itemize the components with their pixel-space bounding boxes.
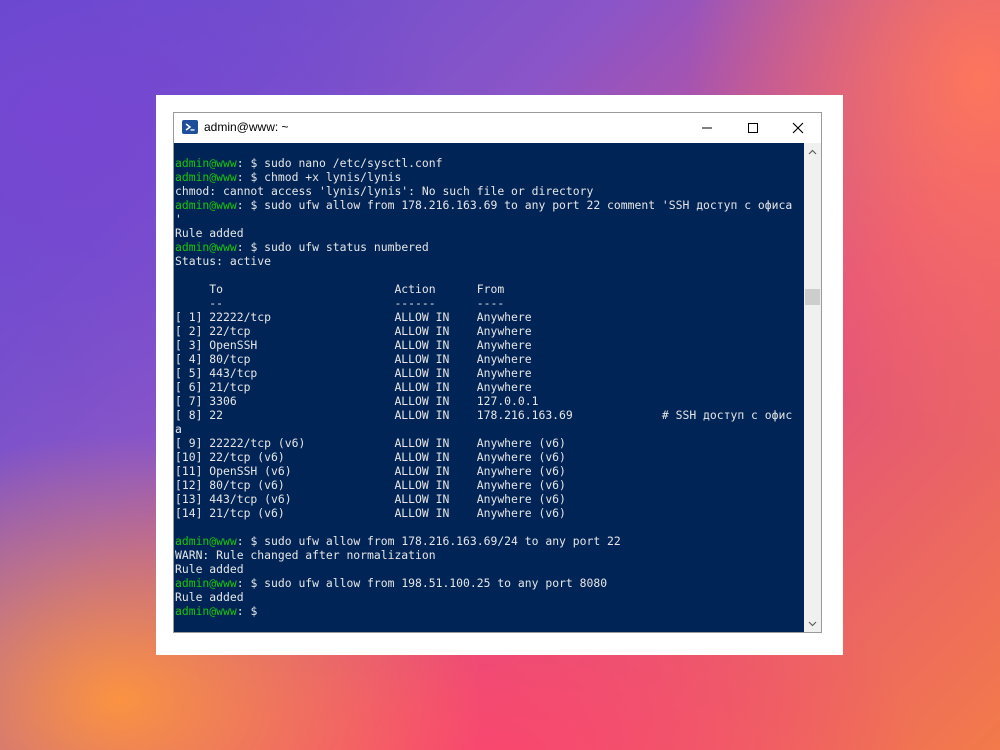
terminal-line: admin@www: $ sudo ufw allow from 178.216… [175,198,792,212]
prompt-user: admin@www [175,170,237,184]
terminal-line: [ 1] 22222/tcp ALLOW IN Anywhere [175,310,792,324]
line-text: ' [175,212,182,226]
line-text: [ 7] 3306 ALLOW IN 127.0.0.1 [175,394,539,408]
maximize-button[interactable] [730,113,776,143]
terminal-line: [13] 443/tcp (v6) ALLOW IN Anywhere (v6) [175,492,792,506]
terminal-line: [ 5] 443/tcp ALLOW IN Anywhere [175,366,792,380]
terminal-line: admin@www: $ sudo ufw status numbered [175,240,792,254]
terminal-line: admin@www: $ sudo ufw allow from 198.51.… [175,576,792,590]
terminal-line: [14] 21/tcp (v6) ALLOW IN Anywhere (v6) [175,506,792,520]
line-text: а [175,422,182,436]
chevron-up-icon [808,149,817,154]
terminal-line: chmod: cannot access 'lynis/lynis': No s… [175,184,792,198]
scrollbar-thumb[interactable] [805,289,820,305]
line-text: [ 3] OpenSSH ALLOW IN Anywhere [175,338,532,352]
line-text: Rule added [175,590,244,604]
terminal-window: admin@www: ~ admin@www: $ sudo nano /etc… [173,112,822,633]
chevron-down-icon [808,621,817,626]
line-text: [13] 443/tcp (v6) ALLOW IN Anywhere (v6) [175,492,566,506]
line-text: [ 9] 22222/tcp (v6) ALLOW IN Anywhere (v… [175,436,566,450]
terminal-line: WARN: Rule changed after normalization [175,548,792,562]
line-text: : $ sudo nano /etc/sysctl.conf [236,156,443,170]
line-text: : $ sudo ufw status numbered [236,240,429,254]
line-text: [ 5] 443/tcp ALLOW IN Anywhere [175,366,532,380]
line-text: [14] 21/tcp (v6) ALLOW IN Anywhere (v6) [175,506,566,520]
terminal-line: [ 8] 22 ALLOW IN 178.216.163.69 # SSH до… [175,408,792,422]
terminal-line: [ 3] OpenSSH ALLOW IN Anywhere [175,338,792,352]
terminal-line: ' [175,212,792,226]
terminal-line: [ 6] 21/tcp ALLOW IN Anywhere [175,380,792,394]
terminal-line: а [175,422,792,436]
terminal-line: To Action From [175,282,792,296]
line-text: Rule added [175,562,244,576]
line-text: : $ sudo ufw allow from 198.51.100.25 to… [236,576,608,590]
terminal-line: Status: active [175,254,792,268]
terminal-line: admin@www: $ sudo nano /etc/sysctl.conf [175,156,792,170]
prompt-user: admin@www [175,534,237,548]
prompt-user: admin@www [175,240,237,254]
line-text: -- ------ ---- [175,296,505,310]
line-text: [ 2] 22/tcp ALLOW IN Anywhere [175,324,532,338]
terminal-line: Rule added [175,226,792,240]
line-text: : $ [236,604,258,618]
line-text: [ 1] 22222/tcp ALLOW IN Anywhere [175,310,532,324]
line-text: chmod: cannot access 'lynis/lynis': No s… [175,184,594,198]
prompt-user: admin@www [175,576,237,590]
line-text: Rule added [175,226,244,240]
terminal-line: admin@www: $ [175,604,792,618]
line-text: To Action From [175,282,505,296]
line-text: WARN: Rule changed after normalization [175,548,436,562]
window-title: admin@www: ~ [204,120,289,134]
prompt-user: admin@www [175,604,237,618]
line-text: : $ sudo ufw allow from 178.216.163.69 t… [236,198,793,212]
minimize-button[interactable] [684,113,730,143]
line-text: Status: active [175,254,272,268]
line-text: [ 6] 21/tcp ALLOW IN Anywhere [175,380,532,394]
line-text: [12] 80/tcp (v6) ALLOW IN Anywhere (v6) [175,478,566,492]
line-text: : $ chmod +x lynis/lynis [236,170,402,184]
maximize-icon [748,123,758,133]
scroll-up-button[interactable] [804,143,821,160]
terminal-line: -- ------ ---- [175,296,792,310]
minimize-icon [702,127,712,129]
terminal-line: admin@www: $ sudo ufw allow from 178.216… [175,534,792,548]
terminal-line: [ 2] 22/tcp ALLOW IN Anywhere [175,324,792,338]
terminal-line: admin@www: $ chmod +x lynis/lynis [175,170,792,184]
terminal-line: Rule added [175,590,792,604]
prompt-user: admin@www [175,198,237,212]
line-text: [11] OpenSSH (v6) ALLOW IN Anywhere (v6) [175,464,566,478]
terminal-output[interactable]: admin@www: $ sudo nano /etc/sysctl.conf a… [174,143,804,632]
close-icon [792,122,804,134]
prompt-user: admin@www [175,156,237,170]
terminal-line: [ 4] 80/tcp ALLOW IN Anywhere [175,352,792,366]
line-text: : $ sudo ufw allow from 178.216.163.69/2… [236,534,621,548]
terminal-line: [ 7] 3306 ALLOW IN 127.0.0.1 [175,394,792,408]
vertical-scrollbar[interactable] [804,143,821,632]
terminal-lines: admin@www: $ sudo nano /etc/sysctl.conf a… [175,156,792,618]
line-text: [ 8] 22 ALLOW IN 178.216.163.69 # SSH до… [175,408,793,422]
title-bar[interactable]: admin@www: ~ [174,113,821,143]
terminal-line: [12] 80/tcp (v6) ALLOW IN Anywhere (v6) [175,478,792,492]
terminal-line: [11] OpenSSH (v6) ALLOW IN Anywhere (v6) [175,464,792,478]
scroll-down-button[interactable] [804,615,821,632]
line-text: [10] 22/tcp (v6) ALLOW IN Anywhere (v6) [175,450,566,464]
terminal-line: [ 9] 22222/tcp (v6) ALLOW IN Anywhere (v… [175,436,792,450]
terminal-line: Rule added [175,562,792,576]
line-text: [ 4] 80/tcp ALLOW IN Anywhere [175,352,532,366]
powershell-icon [182,120,198,134]
terminal-line: [10] 22/tcp (v6) ALLOW IN Anywhere (v6) [175,450,792,464]
close-button[interactable] [775,113,821,143]
